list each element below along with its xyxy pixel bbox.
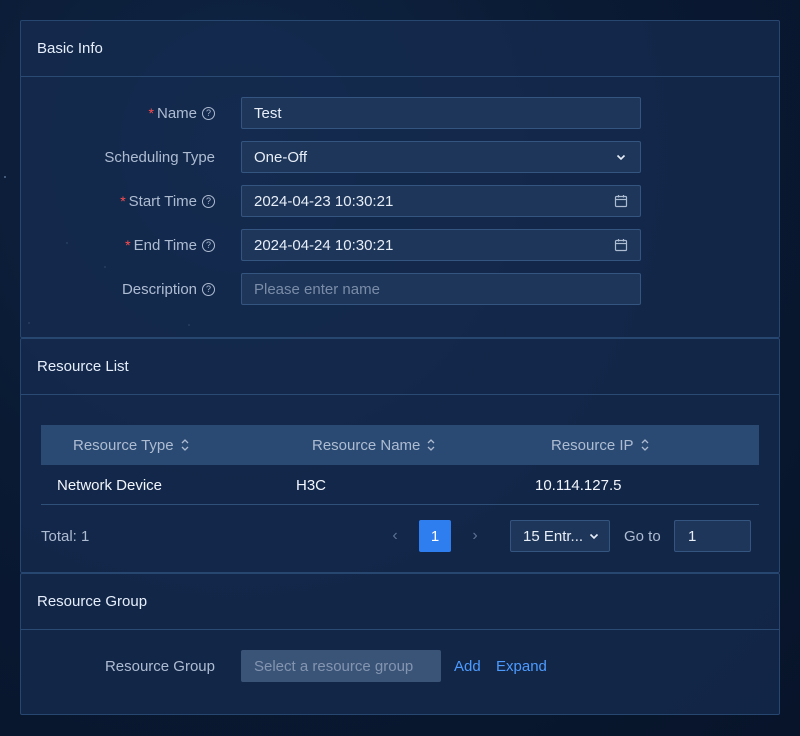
column-resource-ip-label: Resource IP	[551, 436, 634, 454]
calendar-icon[interactable]	[614, 238, 628, 252]
goto-label: Go to	[624, 527, 661, 545]
name-label: * Name ?	[149, 97, 215, 129]
sort-icon[interactable]	[180, 438, 190, 452]
calendar-icon[interactable]	[614, 194, 628, 208]
pagination-total: Total: 1	[41, 527, 90, 545]
end-time-value: 2024-04-24 10:30:21	[254, 236, 394, 254]
description-row: Description ? Please enter name	[21, 273, 781, 305]
chevron-left-icon[interactable]: ‹	[379, 520, 411, 552]
table-row[interactable]: Network Device H3C 10.114.127.5	[41, 465, 759, 505]
resource-list-card: Resource List Resource Type Resource Nam…	[20, 338, 780, 573]
resource-group-row: Resource Group Select a resource group A…	[21, 650, 781, 682]
resource-group-card: Resource Group Resource Group Select a r…	[20, 573, 780, 715]
scheduling-type-select[interactable]: One-Off	[241, 141, 641, 173]
end-time-label: * End Time ?	[125, 229, 215, 261]
end-time-picker[interactable]: 2024-04-24 10:30:21	[241, 229, 641, 261]
help-icon[interactable]: ?	[202, 194, 215, 208]
description-input[interactable]: Please enter name	[241, 273, 641, 305]
scheduling-type-label: Scheduling Type	[104, 141, 215, 173]
start-time-label-text: Start Time	[128, 192, 197, 210]
name-input[interactable]: Test	[241, 97, 641, 129]
resource-group-placeholder: Select a resource group	[254, 657, 414, 675]
goto-value: 1	[688, 527, 697, 545]
table-header: Resource Type Resource Name Resource IP	[41, 425, 759, 465]
goto-input[interactable]: 1	[674, 520, 751, 552]
cell-resource-name: H3C	[296, 476, 327, 494]
column-resource-name-label: Resource Name	[312, 436, 421, 454]
pagination-page-1[interactable]: 1	[419, 520, 451, 552]
resource-list-title: Resource List	[21, 339, 779, 395]
name-row: * Name ? Test	[21, 97, 781, 129]
start-time-row: * Start Time ? 2024-04-23 10:30:21	[21, 185, 781, 217]
required-mark: *	[148, 105, 154, 121]
column-resource-ip[interactable]: Resource IP	[551, 425, 650, 465]
column-resource-type[interactable]: Resource Type	[73, 425, 190, 465]
resource-group-label-text: Resource Group	[104, 657, 215, 675]
column-resource-type-label: Resource Type	[73, 436, 174, 454]
sort-icon[interactable]	[640, 438, 650, 452]
chevron-right-icon[interactable]: ›	[459, 520, 491, 552]
basic-info-card: Basic Info * Name ? Test Scheduling Type…	[20, 20, 780, 338]
resource-group-title: Resource Group	[21, 574, 779, 630]
basic-info-title: Basic Info	[21, 21, 779, 77]
start-time-label: * Start Time ?	[120, 185, 215, 217]
expand-button[interactable]: Expand	[496, 650, 547, 682]
cell-resource-ip: 10.114.127.5	[535, 476, 622, 494]
description-placeholder: Please enter name	[254, 280, 380, 298]
page-size-select[interactable]: 15 Entr...	[510, 520, 610, 552]
chevron-down-icon	[589, 533, 599, 540]
name-label-text: Name	[156, 104, 197, 122]
chevron-down-icon	[616, 154, 626, 161]
add-button[interactable]: Add	[454, 650, 481, 682]
resource-group-label: Resource Group	[105, 650, 215, 682]
required-mark: *	[125, 237, 131, 253]
start-time-value: 2024-04-23 10:30:21	[254, 192, 394, 210]
sort-icon[interactable]	[426, 438, 436, 452]
name-input-value: Test	[254, 104, 282, 122]
help-icon[interactable]: ?	[202, 106, 215, 120]
end-time-label-text: End Time	[133, 236, 197, 254]
help-icon[interactable]: ?	[202, 238, 215, 252]
cell-resource-type: Network Device	[57, 476, 163, 494]
required-mark: *	[120, 193, 126, 209]
description-label-text: Description	[121, 280, 197, 298]
start-time-picker[interactable]: 2024-04-23 10:30:21	[241, 185, 641, 217]
scheduling-type-row: Scheduling Type One-Off	[21, 141, 781, 173]
column-resource-name[interactable]: Resource Name	[312, 425, 436, 465]
resource-group-select[interactable]: Select a resource group	[241, 650, 441, 682]
scheduling-type-label-text: Scheduling Type	[104, 148, 215, 166]
end-time-row: * End Time ? 2024-04-24 10:30:21	[21, 229, 781, 261]
description-label: Description ?	[122, 273, 215, 305]
help-icon[interactable]: ?	[202, 282, 215, 296]
scheduling-type-value: One-Off	[254, 148, 308, 166]
page-size-value: 15 Entr...	[523, 527, 584, 545]
